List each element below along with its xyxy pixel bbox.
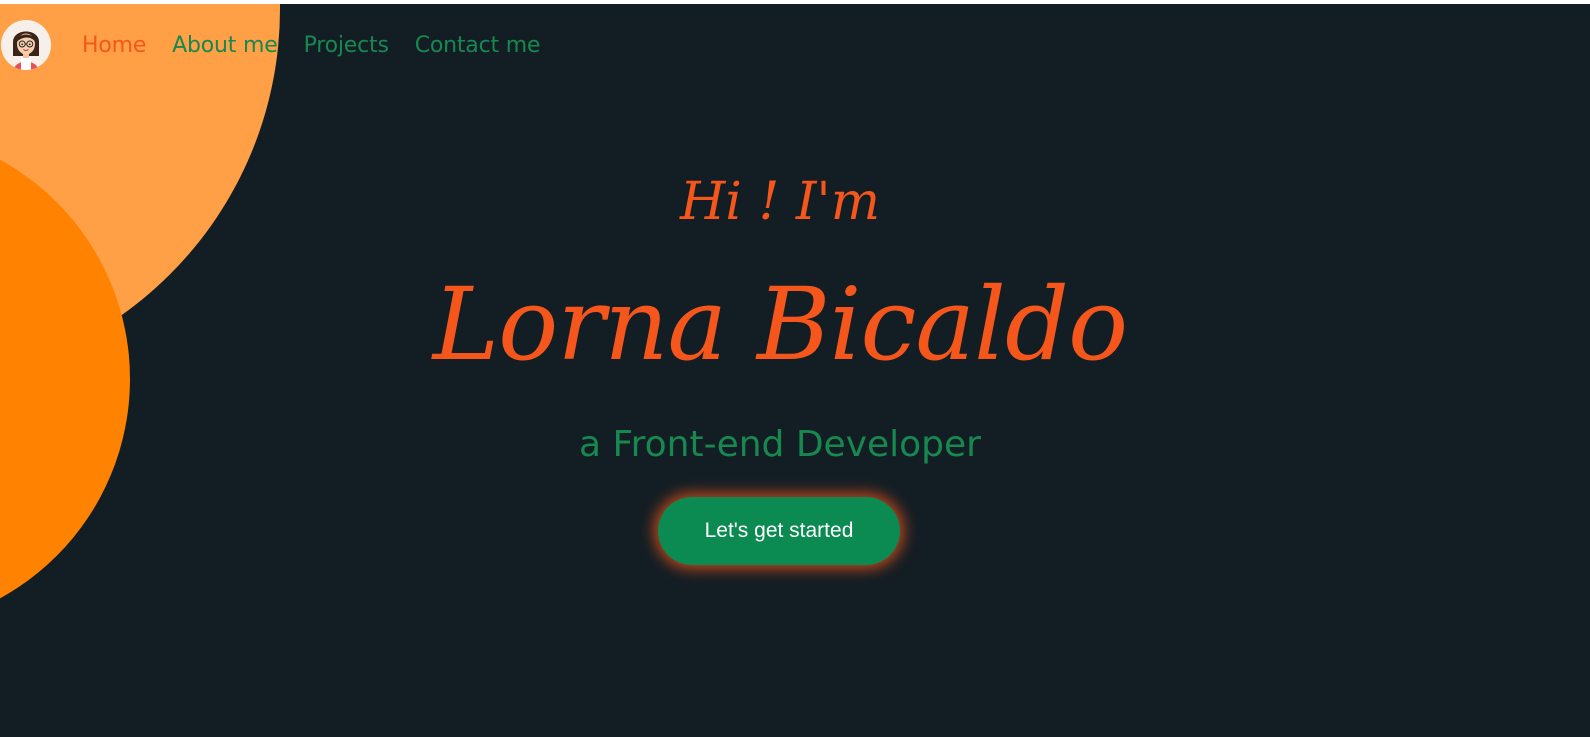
hero-greeting: Hi ! I'm [679,172,881,232]
nav-link-contact[interactable]: Contact me [415,33,541,58]
hero-name: Lorna Bicaldo [432,266,1129,383]
nav-link-about[interactable]: About me [172,33,278,58]
hero-role: a Front-end Developer [579,424,981,465]
avatar-icon[interactable] [1,20,51,70]
landing-page: Home About me Projects Contact me Hi ! I… [0,4,1590,737]
nav-link-home[interactable]: Home [82,33,146,58]
top-nav: Home About me Projects Contact me [0,16,566,74]
get-started-button[interactable]: Let's get started [658,497,900,565]
nav-link-projects[interactable]: Projects [304,33,389,58]
